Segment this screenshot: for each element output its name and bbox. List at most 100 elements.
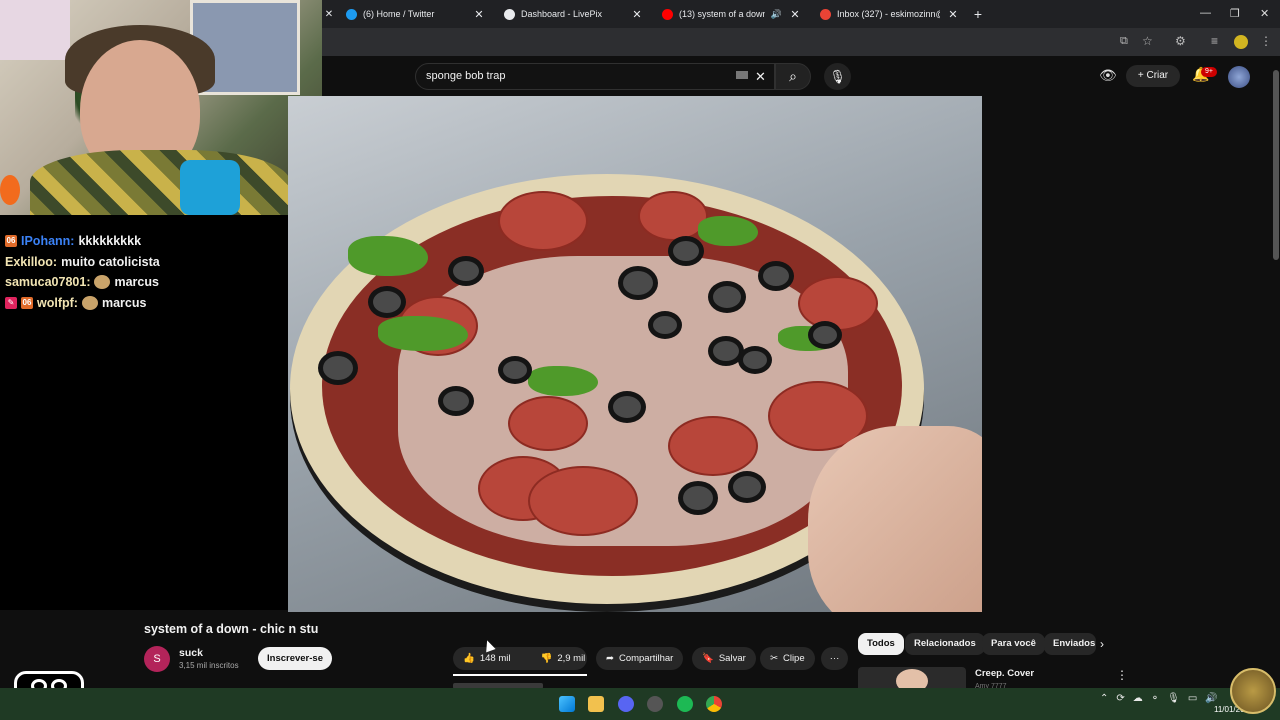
chip-todos[interactable]: Todos bbox=[858, 633, 904, 655]
channel-name[interactable]: suck bbox=[179, 647, 203, 659]
green-pepper bbox=[698, 216, 758, 246]
chrome-icon[interactable] bbox=[706, 696, 722, 712]
cast-icon[interactable]: ⧉ bbox=[1120, 35, 1128, 48]
like-ratio-bar bbox=[453, 674, 587, 676]
windows-taskbar bbox=[0, 688, 1280, 720]
chevron-up-icon[interactable]: ⌃ bbox=[1100, 693, 1108, 704]
thumbnail-face bbox=[896, 669, 928, 689]
eye-icon[interactable]: 👁 bbox=[1099, 67, 1117, 84]
search-input[interactable]: sponge bob trap ✕ bbox=[415, 63, 775, 90]
new-tab-button[interactable]: + bbox=[968, 6, 988, 22]
keyboard-icon[interactable] bbox=[736, 71, 748, 79]
save-button[interactable]: 🔖 Salvar bbox=[692, 647, 756, 670]
chat-message: Exkilloo: muito catolicista bbox=[5, 252, 283, 273]
scrollbar-thumb[interactable] bbox=[1273, 70, 1279, 260]
twitter-icon bbox=[346, 8, 357, 20]
chip-enviados[interactable]: Enviados bbox=[1044, 633, 1096, 655]
window-close-button[interactable]: ✕ bbox=[1260, 7, 1269, 20]
pepperoni bbox=[668, 416, 758, 476]
tab-close-icon[interactable]: ✕ bbox=[472, 8, 486, 21]
chat-text: kkkkkkkkk bbox=[78, 234, 142, 249]
olive bbox=[368, 286, 406, 318]
extensions-icon[interactable]: ⚙ bbox=[1175, 34, 1186, 48]
menu-kebab-icon[interactable]: ⋮ bbox=[1116, 668, 1128, 682]
discord-icon[interactable] bbox=[618, 696, 634, 712]
browser-tab[interactable]: (6) Home / Twitter ✕ bbox=[336, 0, 494, 28]
menu-kebab-icon[interactable]: ⋮ bbox=[1260, 34, 1272, 48]
like-count: 148 mil bbox=[479, 653, 511, 664]
create-button[interactable]: + Criar bbox=[1126, 65, 1180, 87]
chip-relacionados[interactable]: Relacionados bbox=[905, 633, 985, 655]
decor bbox=[0, 175, 20, 205]
recommendation-thumbnail[interactable] bbox=[858, 667, 966, 689]
bookmark-star-icon[interactable]: ☆ bbox=[1142, 34, 1153, 48]
recommendation-title[interactable]: Creep. Cover bbox=[975, 668, 1034, 679]
green-pepper bbox=[528, 366, 598, 396]
olive bbox=[448, 256, 484, 286]
search-icon: ⌕ bbox=[789, 68, 797, 84]
browser-tab-active[interactable]: (13) system of a down - chi 🔊 ✕ bbox=[652, 0, 810, 28]
tab-title: (13) system of a down - chi bbox=[679, 9, 765, 19]
tab-close-icon[interactable]: ✕ bbox=[322, 9, 336, 20]
browser-tab[interactable]: Dashboard - LivePix ✕ bbox=[494, 0, 652, 28]
browser-tab[interactable]: Inbox (327) - eskimozinn@gm ✕ bbox=[810, 0, 968, 28]
chat-text: marcus bbox=[114, 275, 159, 290]
share-button[interactable]: ➦ Compartilhar bbox=[596, 647, 684, 670]
webcam-overlay bbox=[0, 0, 322, 215]
wall-poster bbox=[0, 0, 70, 60]
file-explorer-icon[interactable] bbox=[588, 696, 604, 712]
window-minimize-button[interactable]: — bbox=[1200, 7, 1211, 19]
sync-icon[interactable]: ⟳ bbox=[1116, 693, 1124, 704]
spotify-icon[interactable] bbox=[677, 696, 693, 712]
emote-icon bbox=[81, 295, 98, 310]
chat-user: Exkilloo: bbox=[5, 254, 58, 269]
browser-tab-bar: ✕ (6) Home / Twitter ✕ Dashboard - LiveP… bbox=[322, 0, 1280, 28]
hand bbox=[808, 426, 982, 612]
chat-text: marcus bbox=[101, 295, 147, 310]
voice-search-button[interactable]: 🎙 bbox=[824, 63, 851, 90]
chat-message: ✎ 06 wolfpf: marcus bbox=[5, 293, 283, 314]
sub-badge-icon: 06 bbox=[5, 235, 17, 248]
olive bbox=[648, 311, 682, 339]
clip-button[interactable]: ✂ Clipe bbox=[760, 647, 815, 670]
subscribe-button[interactable]: Inscrever-se bbox=[258, 647, 332, 670]
channel-avatar[interactable]: S bbox=[144, 646, 170, 672]
microphone bbox=[180, 160, 240, 215]
emote-icon bbox=[94, 275, 111, 290]
chat-text: muito catolicista bbox=[61, 254, 160, 269]
profile-icon[interactable] bbox=[1234, 35, 1248, 49]
chevron-right-icon[interactable]: › bbox=[1100, 637, 1104, 651]
tab-close-icon[interactable]: ✕ bbox=[788, 8, 802, 21]
search-button[interactable]: ⌕ bbox=[775, 63, 811, 90]
tab-close-icon[interactable]: ✕ bbox=[630, 8, 644, 21]
network-icon[interactable]: ⚬ bbox=[1151, 693, 1159, 704]
start-icon[interactable] bbox=[559, 696, 575, 712]
tab-title: Dashboard - LivePix bbox=[521, 9, 603, 19]
chip-para-voce[interactable]: Para você bbox=[982, 633, 1045, 655]
olive bbox=[758, 261, 794, 291]
account-avatar[interactable] bbox=[1228, 66, 1250, 88]
speaker-icon[interactable]: 🔊 bbox=[771, 9, 782, 20]
scissors-icon: ✂ bbox=[770, 653, 778, 664]
like-dislike-group: 👍 148 mil 👎 2,9 mil bbox=[453, 647, 587, 670]
youtube-icon bbox=[662, 8, 673, 20]
green-pepper bbox=[348, 236, 428, 276]
dislike-button[interactable]: 👎 2,9 mil bbox=[530, 647, 595, 670]
thumbs-down-icon: 👎 bbox=[540, 653, 553, 664]
tab-title: Inbox (327) - eskimozinn@gm bbox=[837, 9, 940, 19]
chat-user: samuca07801: bbox=[5, 275, 91, 290]
medal-emblem bbox=[1230, 668, 1276, 714]
more-actions-button[interactable]: ··· bbox=[821, 647, 848, 670]
window-restore-button[interactable]: ❐ bbox=[1230, 7, 1240, 20]
obs-icon[interactable] bbox=[647, 696, 663, 712]
mic-icon[interactable]: 🎙 bbox=[1167, 693, 1180, 704]
cloud-icon[interactable]: ☁ bbox=[1133, 693, 1143, 704]
clear-search-icon[interactable]: ✕ bbox=[755, 64, 766, 89]
page-scrollbar[interactable] bbox=[1272, 56, 1280, 688]
monitor-icon[interactable]: ▭ bbox=[1188, 693, 1197, 704]
video-player[interactable] bbox=[288, 96, 982, 612]
olive bbox=[318, 351, 358, 385]
tab-close-icon[interactable]: ✕ bbox=[946, 8, 960, 21]
media-queue-icon[interactable]: ≡ bbox=[1211, 34, 1218, 48]
olive bbox=[738, 346, 772, 374]
